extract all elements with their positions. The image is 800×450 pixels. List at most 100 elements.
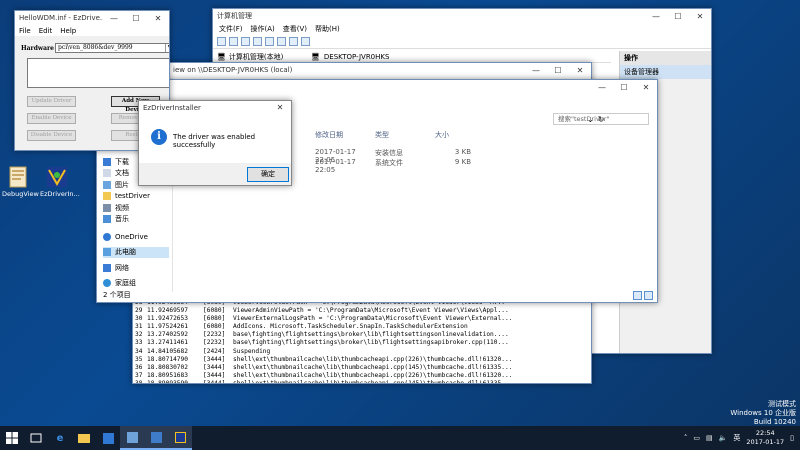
device-list[interactable] (27, 58, 169, 88)
log-cell: 30 (135, 315, 143, 323)
menu-help[interactable]: Help (60, 27, 76, 35)
store-icon (102, 432, 114, 444)
col-size[interactable]: 大小 (435, 130, 475, 142)
maximize-button[interactable]: ☐ (125, 11, 147, 25)
menu-edit[interactable]: Edit (39, 27, 53, 35)
minimize-button[interactable]: — (103, 11, 125, 25)
log-row[interactable]: 32 13.27402592 [2232] base\fighting\flights… (135, 331, 591, 339)
log-row[interactable]: 38 18.89093590 [3444] shell\ext\thumbnailca… (135, 379, 591, 384)
menubar: File Edit Help (15, 25, 169, 36)
col-date[interactable]: 修改日期 (315, 130, 375, 142)
nav-item-network[interactable]: 网络 (103, 262, 169, 274)
forward-icon[interactable] (229, 37, 238, 46)
nav-item-testdriver[interactable]: testDriver (103, 191, 169, 203)
menu-help[interactable]: 帮助(H) (315, 24, 340, 34)
network-icon[interactable]: ▤ (706, 434, 713, 442)
log-cell: shell\ext\thumbnailcache\lib\thumbcachea… (233, 379, 513, 384)
close-button[interactable]: ✕ (569, 63, 591, 77)
log-row[interactable]: 31 11.97524261 [6080] AddIcons. Microsoft.T… (135, 323, 591, 331)
file-row[interactable]: 2017-01-17 22:05 系统文件 9 KB (315, 158, 545, 174)
log-cell: 18.80714790 (147, 355, 188, 363)
action-center-icon[interactable]: ▭ (693, 434, 700, 442)
volume-icon[interactable]: 🔈 (719, 434, 728, 442)
taskbar-debugview[interactable] (144, 426, 168, 450)
col-type[interactable]: 类型 (375, 130, 435, 142)
log-cell: [3444] (203, 355, 226, 363)
nav-item-onedrive[interactable]: OneDrive (103, 231, 169, 243)
minimize-button[interactable]: — (645, 9, 667, 23)
log-cell: 18.80830702 (147, 363, 188, 371)
scan-icon[interactable] (301, 37, 310, 46)
start-button[interactable] (0, 426, 24, 450)
disable-device-button[interactable]: Disable Device (27, 130, 76, 141)
chevron-up-icon[interactable]: ˄ (684, 434, 688, 442)
taskbar-store[interactable] (96, 426, 120, 450)
hardware-select[interactable]: pci\ven_8086&dev_9999 ▼ (55, 43, 169, 53)
log-cell: [3444] (203, 379, 226, 384)
windows-icon (6, 432, 18, 444)
log-row[interactable]: 35 18.80714790 [3444] shell\ext\thumbnailca… (135, 355, 591, 364)
close-button[interactable]: ✕ (269, 101, 291, 115)
minimize-button[interactable]: — (591, 80, 613, 94)
close-button[interactable]: ✕ (147, 11, 169, 25)
menu-file[interactable]: File (19, 27, 31, 35)
log-cell: ViewerAdminViewPath = 'C:\ProgramData\Mi… (233, 307, 509, 315)
search-input[interactable]: 搜索"testDriver" (553, 113, 649, 125)
log-row[interactable]: 29 11.92469597 [6080] ViewerAdminViewPath =… (135, 307, 591, 315)
log-cell: [2232] (203, 339, 226, 347)
back-icon[interactable] (217, 37, 226, 46)
clock[interactable]: 22:54 2017-01-17 (746, 429, 784, 447)
log-row[interactable]: 37 18.80951683 [3444] shell\ext\thumbnailca… (135, 371, 591, 380)
taskbar-explorer[interactable] (72, 426, 96, 450)
nav-item-homegroup[interactable]: 家庭组 (103, 278, 169, 290)
desktop-icon-debugview[interactable]: DebugView (2, 166, 39, 198)
window-title: iew on \\DESKTOP-JVR0HKS (local) (173, 66, 293, 74)
up-icon[interactable] (241, 37, 250, 46)
taskbar-ezdriverinstaller[interactable] (168, 426, 192, 450)
log-cell: [6080] (203, 307, 226, 315)
details-view-icon[interactable] (633, 291, 642, 300)
menu-action[interactable]: 操作(A) (251, 24, 275, 34)
large-icons-view-icon[interactable] (644, 291, 653, 300)
notification-icon[interactable]: ▯ (790, 434, 794, 442)
log-cell: 34 (135, 347, 143, 355)
desktop-icon-ezdriverinstaller[interactable]: EzDriverIn... (40, 166, 80, 198)
menu-view[interactable]: 查看(V) (283, 24, 307, 34)
log-row[interactable]: 36 18.80830702 [3444] shell\ext\thumbnailca… (135, 363, 591, 372)
close-button[interactable]: ✕ (635, 80, 657, 94)
menu-file[interactable]: 文件(F) (219, 24, 243, 34)
update-driver-button[interactable]: Update Driver (27, 96, 76, 107)
message-dialog: EzDriverInstaller ✕ i The driver was ena… (138, 100, 292, 186)
taskbar-edge[interactable]: e (48, 426, 72, 450)
properties-icon[interactable] (253, 37, 262, 46)
nav-item-music[interactable]: 音乐 (103, 214, 169, 226)
enable-device-button[interactable]: Enable Device (27, 113, 76, 124)
toolbar (213, 35, 711, 49)
log-row[interactable]: 30 11.92472653 [6080] ViewerExternalLogsPat… (135, 315, 591, 323)
refresh-icon[interactable] (277, 37, 286, 46)
maximize-button[interactable]: ☐ (547, 63, 569, 77)
log-cell: 38 (135, 379, 143, 384)
log-row[interactable]: 34 14.84105682 [2424] Suspending (135, 347, 591, 356)
close-button[interactable]: ✕ (689, 9, 711, 23)
log-row[interactable]: 33 13.27411461 [2232] base\fighting\flights… (135, 339, 591, 347)
help-icon[interactable] (265, 37, 274, 46)
taskbar-computer-management[interactable] (120, 426, 144, 450)
actions-subheader[interactable]: 设备管理器 (620, 65, 711, 79)
task-view-button[interactable] (24, 426, 48, 450)
folder-icon (103, 192, 111, 201)
system-tray: ˄ ▭ ▤ 🔈 英 22:54 2017-01-17 ▯ (684, 426, 794, 450)
log-cell: [3444] (203, 371, 226, 379)
nav-item-this-pc[interactable]: 此电脑 (103, 246, 169, 258)
minimize-button[interactable]: — (525, 63, 547, 77)
input-language[interactable]: 英 (733, 433, 740, 443)
status-bar: 2 个项目 (103, 291, 131, 299)
export-icon[interactable] (289, 37, 298, 46)
maximize-button[interactable]: ☐ (613, 80, 635, 94)
log-cell: 31 (135, 323, 143, 331)
nav-item-videos[interactable]: 视频 (103, 202, 169, 214)
maximize-button[interactable]: ☐ (667, 9, 689, 23)
ok-button[interactable]: 确定 (247, 167, 289, 182)
info-icon: i (151, 129, 167, 145)
chevron-down-icon[interactable]: ▼ (165, 44, 169, 52)
